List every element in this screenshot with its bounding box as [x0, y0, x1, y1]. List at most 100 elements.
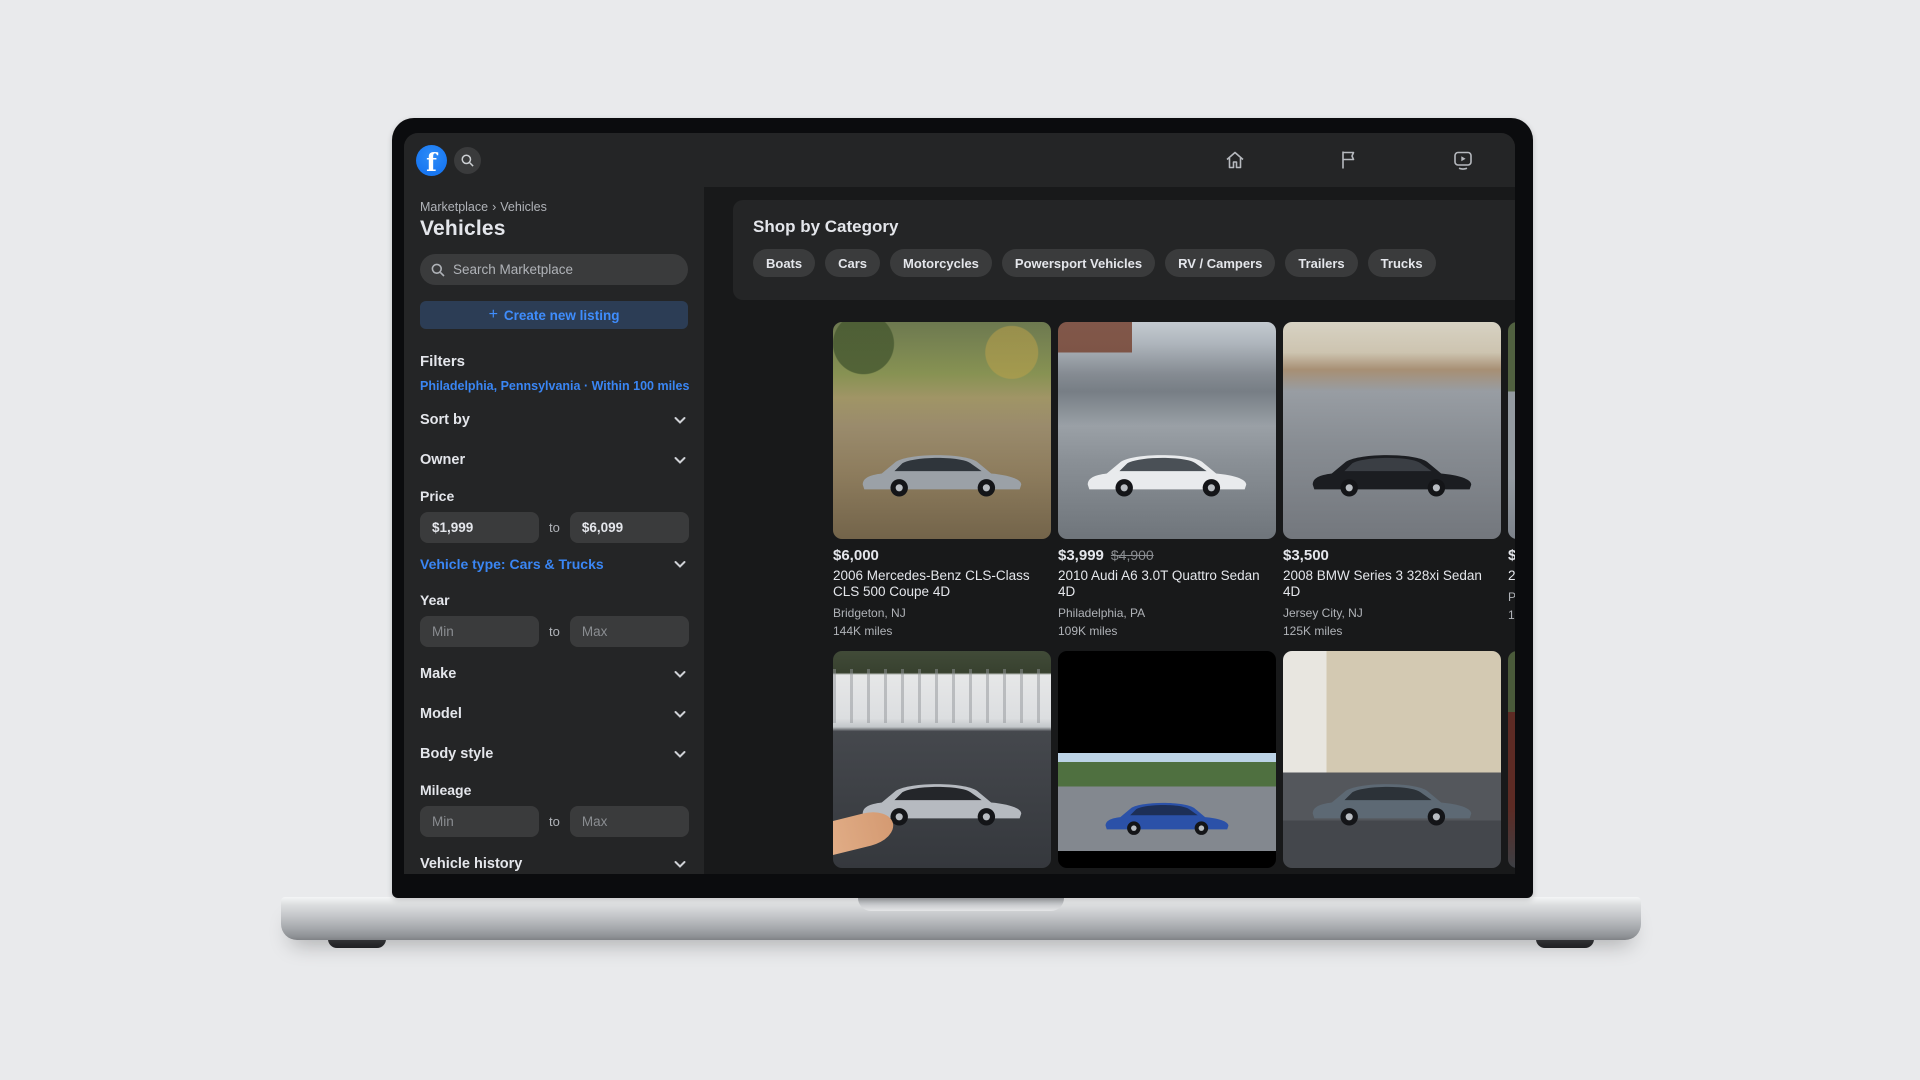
chevron-down-icon — [672, 856, 688, 872]
mileage-min-input[interactable] — [420, 806, 539, 837]
price-range-row: to — [420, 512, 688, 543]
filter-owner[interactable]: Owner — [420, 441, 688, 479]
listing-price: $3,999 — [1058, 547, 1104, 564]
search-button[interactable] — [454, 147, 481, 174]
category-chip-motorcycles[interactable]: Motorcycles — [890, 249, 992, 277]
facebook-topbar: f — [404, 133, 1515, 187]
category-chip-trailers[interactable]: Trailers — [1285, 249, 1357, 277]
listing-photo — [833, 322, 1051, 539]
mileage-filter-label: Mileage — [420, 782, 688, 798]
facebook-logo[interactable]: f — [416, 145, 447, 176]
listing-mileage: 125K miles — [1283, 624, 1501, 638]
filter-vehicle-type-label: Vehicle type: Cars & Trucks — [420, 556, 604, 572]
listing-title: 2006 Mercedes-Benz CLS-Class CLS 500 Cou… — [833, 568, 1051, 600]
filter-body-style-label: Body style — [420, 746, 493, 762]
listing-photo — [833, 651, 1051, 868]
car-photo-silhouette — [1305, 774, 1479, 831]
listings-row-1: $6,000 2006 Mercedes-Benz CLS-Class CLS … — [833, 322, 1515, 638]
chevron-down-icon — [672, 412, 688, 428]
filter-body-style[interactable]: Body style — [420, 735, 688, 773]
filter-vehicle-history[interactable]: Vehicle history — [420, 845, 688, 874]
watch-video-icon[interactable] — [1451, 148, 1475, 172]
mileage-range-separator: to — [549, 814, 560, 829]
listing-location: Pl — [1508, 590, 1515, 604]
laptop-screen-frame: f Marketplac — [392, 118, 1533, 898]
car-photo-silhouette — [1099, 795, 1234, 839]
browser-screen: f Marketplac — [404, 133, 1515, 874]
search-icon — [460, 153, 475, 168]
create-new-listing-button[interactable]: + Create new listing — [420, 301, 688, 329]
car-photo-silhouette — [855, 445, 1029, 502]
listing-card[interactable] — [1283, 651, 1501, 868]
filter-vehicle-history-label: Vehicle history — [420, 856, 522, 872]
facebook-logo-glyph: f — [426, 150, 437, 176]
shop-by-category-panel: Shop by Category Boats Cars Motorcycles … — [733, 200, 1515, 300]
listing-photo — [1058, 322, 1276, 539]
breadcrumb-vehicles[interactable]: Vehicles — [500, 200, 547, 214]
listing-card-clipped[interactable]: $ 2 Pl 1 — [1508, 322, 1515, 638]
year-max-input[interactable] — [570, 616, 689, 647]
car-photo-silhouette — [1080, 445, 1254, 502]
breadcrumb: Marketplace › Vehicles — [420, 200, 688, 214]
listing-card[interactable] — [833, 651, 1051, 868]
filter-model-label: Model — [420, 706, 462, 722]
category-chip-rv-campers[interactable]: RV / Campers — [1165, 249, 1275, 277]
year-min-input[interactable] — [420, 616, 539, 647]
listing-card[interactable]: $6,000 2006 Mercedes-Benz CLS-Class CLS … — [833, 322, 1051, 638]
category-chip-powersport-vehicles[interactable]: Powersport Vehicles — [1002, 249, 1155, 277]
marketplace-search[interactable] — [420, 254, 688, 285]
listing-card[interactable]: $3,999 $4,900 2010 Audi A6 3.0T Quattro … — [1058, 322, 1276, 638]
home-icon[interactable] — [1223, 148, 1247, 172]
filter-vehicle-type[interactable]: Vehicle type: Cars & Trucks — [420, 545, 688, 583]
car-photo-silhouette — [1305, 445, 1479, 502]
category-chip-trucks[interactable]: Trucks — [1368, 249, 1436, 277]
page-title: Vehicles — [420, 217, 688, 241]
search-input[interactable] — [453, 262, 678, 277]
price-filter-label: Price — [420, 488, 688, 504]
listing-old-price: $4,900 — [1111, 547, 1154, 563]
listings-row-2 — [833, 651, 1515, 868]
listing-photo — [1283, 322, 1501, 539]
chevron-down-icon — [672, 452, 688, 468]
breadcrumb-separator: › — [492, 200, 496, 214]
filter-owner-label: Owner — [420, 452, 465, 468]
listings-grid: $6,000 2006 Mercedes-Benz CLS-Class CLS … — [833, 322, 1515, 868]
price-range-separator: to — [549, 520, 560, 535]
price-max-input[interactable] — [570, 512, 689, 543]
listing-card[interactable] — [1058, 651, 1276, 868]
marketplace-main: Shop by Category Boats Cars Motorcycles … — [704, 187, 1515, 874]
listing-photo — [1058, 651, 1276, 868]
plus-icon: + — [489, 306, 498, 324]
listing-card-clipped[interactable] — [1508, 651, 1515, 868]
location-filter-link[interactable]: Philadelphia, Pennsylvania · Within 100 … — [420, 379, 688, 393]
chevron-down-icon — [672, 666, 688, 682]
filter-make[interactable]: Make — [420, 655, 688, 693]
marketplace-sidebar: Marketplace › Vehicles Vehicles + Create n… — [404, 187, 704, 874]
search-icon — [430, 262, 446, 278]
filter-sort-by[interactable]: Sort by — [420, 401, 688, 439]
listing-price: $ — [1508, 547, 1515, 564]
breadcrumb-marketplace[interactable]: Marketplace — [420, 200, 488, 214]
listing-title: 2008 BMW Series 3 328xi Sedan 4D — [1283, 568, 1501, 600]
create-new-listing-label: Create new listing — [504, 308, 620, 323]
listing-location: Jersey City, NJ — [1283, 606, 1501, 620]
marketplace-flag-icon[interactable] — [1337, 148, 1361, 172]
year-range-separator: to — [549, 624, 560, 639]
mileage-max-input[interactable] — [570, 806, 689, 837]
mileage-range-row: to — [420, 806, 688, 837]
listing-title: 2010 Audi A6 3.0T Quattro Sedan 4D — [1058, 568, 1276, 600]
price-min-input[interactable] — [420, 512, 539, 543]
category-chip-cars[interactable]: Cars — [825, 249, 880, 277]
listing-card[interactable]: $3,500 2008 BMW Series 3 328xi Sedan 4D … — [1283, 322, 1501, 638]
chevron-down-icon — [672, 746, 688, 762]
filters-heading: Filters — [420, 353, 688, 370]
listing-mileage: 1 — [1508, 608, 1515, 622]
year-range-row: to — [420, 616, 688, 647]
laptop-lid-notch — [858, 897, 1064, 911]
listing-price: $6,000 — [833, 547, 879, 564]
chevron-down-icon — [672, 706, 688, 722]
filter-model[interactable]: Model — [420, 695, 688, 733]
listing-location: Philadelphia, PA — [1058, 606, 1276, 620]
listing-location: Bridgeton, NJ — [833, 606, 1051, 620]
category-chip-boats[interactable]: Boats — [753, 249, 815, 277]
